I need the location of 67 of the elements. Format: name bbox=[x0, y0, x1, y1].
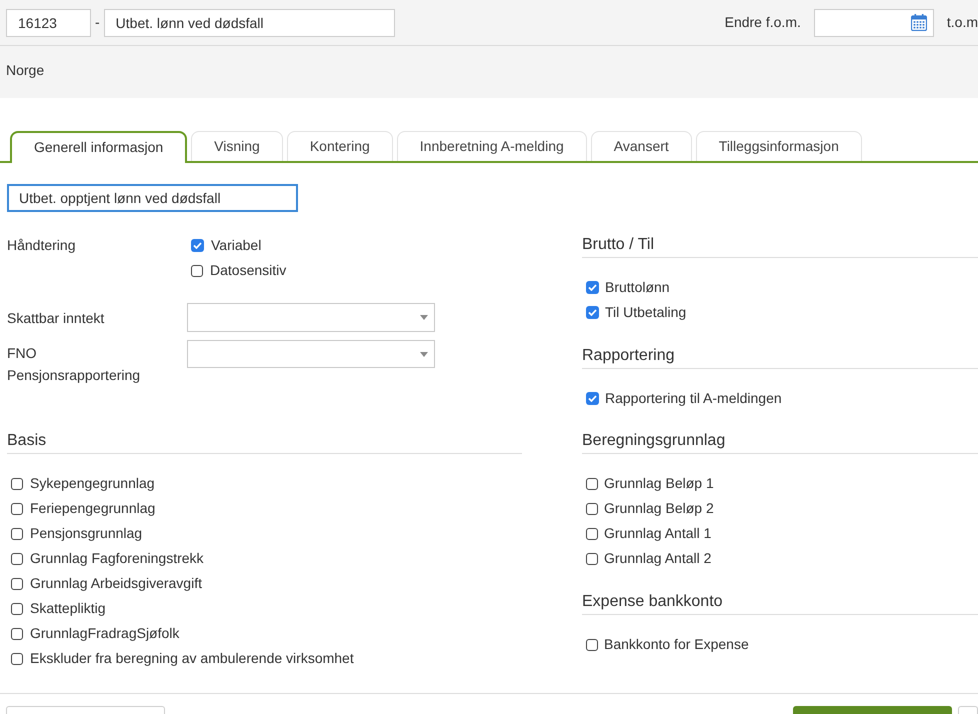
checkbox-label: Grunnlag Beløp 2 bbox=[604, 499, 714, 518]
section-heading: Basis bbox=[7, 431, 46, 451]
section-heading: Rapportering bbox=[582, 346, 674, 366]
checkbox[interactable] bbox=[11, 502, 23, 514]
section-heading: Beregningsgrunnlag bbox=[582, 431, 726, 451]
tab[interactable]: Avansert bbox=[590, 131, 692, 161]
checkbox-label: Til Utbetaling bbox=[605, 303, 686, 322]
checkbox-label: Variabel bbox=[211, 236, 262, 255]
separator-text: - bbox=[94, 13, 101, 32]
checkmark-icon bbox=[193, 242, 202, 249]
name-field[interactable]: Utbet. lønn ved dødsfall bbox=[104, 8, 395, 36]
checkbox[interactable] bbox=[586, 306, 599, 319]
field-label: Håndtering bbox=[7, 236, 76, 255]
checkbox[interactable] bbox=[11, 628, 23, 640]
checkbox[interactable] bbox=[586, 281, 599, 294]
tab[interactable]: Visning bbox=[191, 131, 283, 161]
checkbox-label: Rapportering til A-meldingen bbox=[605, 389, 782, 408]
checkbox[interactable] bbox=[191, 264, 203, 276]
checkbox[interactable] bbox=[586, 552, 598, 564]
checkbox-label: Ekskluder fra beregning av ambulerende virksomhet bbox=[30, 649, 354, 668]
calendar-icon bbox=[910, 14, 927, 31]
checkbox-label: Bankkonto for Expense bbox=[604, 635, 749, 654]
checkbox-label: Grunnlag Beløp 1 bbox=[604, 474, 714, 493]
description-field[interactable]: Utbet. opptjent lønn ved dødsfall bbox=[7, 184, 298, 212]
checkbox-label: Pensjonsgrunnlag bbox=[30, 524, 142, 543]
field-label: Endre f.o.m. bbox=[724, 13, 801, 32]
checkmark-icon bbox=[588, 395, 597, 402]
checkbox-label: Bruttolønn bbox=[605, 278, 670, 297]
field-label: FNO Pensjonsrapportering bbox=[7, 344, 142, 385]
checkbox-label: Skattepliktig bbox=[30, 599, 106, 618]
section-heading: Expense bankkonto bbox=[582, 592, 723, 612]
tab[interactable]: Tilleggsinformasjon bbox=[696, 131, 862, 161]
checkbox-label: GrunnlagFradragSjøfolk bbox=[30, 624, 180, 643]
country-text: Norge bbox=[6, 62, 44, 78]
checkbox[interactable] bbox=[586, 478, 598, 490]
field-label: Skattbar inntekt bbox=[7, 308, 106, 328]
checkbox[interactable] bbox=[586, 502, 598, 514]
code-field[interactable]: 16123 bbox=[6, 8, 91, 36]
checkbox[interactable] bbox=[191, 239, 204, 252]
checkbox-label: Feriepengegrunnlag bbox=[30, 499, 156, 518]
checkmark-icon bbox=[588, 284, 597, 291]
checkbox[interactable] bbox=[586, 638, 598, 650]
checkbox-label: Sykepengegrunnlag bbox=[30, 474, 155, 493]
dropdown-field[interactable] bbox=[187, 340, 435, 368]
checkbox[interactable] bbox=[586, 528, 598, 540]
dropdown-field[interactable] bbox=[187, 303, 435, 332]
tab[interactable]: Innberetning A-melding bbox=[396, 131, 587, 161]
tab[interactable]: Kontering bbox=[286, 131, 393, 161]
caret-icon bbox=[420, 352, 428, 356]
caret-icon bbox=[420, 315, 428, 320]
checkbox[interactable] bbox=[11, 652, 23, 664]
checkbox[interactable] bbox=[11, 552, 23, 564]
checkbox-label: Datosensitiv bbox=[210, 261, 286, 280]
date-field[interactable] bbox=[814, 8, 934, 36]
checkmark-icon bbox=[588, 309, 597, 316]
checkbox[interactable] bbox=[11, 478, 23, 490]
tab[interactable]: Generell informasjon bbox=[10, 131, 188, 163]
checkbox[interactable] bbox=[11, 578, 23, 590]
section-heading: Brutto / Til bbox=[582, 235, 654, 255]
field-label: t.o.m bbox=[946, 13, 978, 32]
checkbox-label: Grunnlag Arbeidsgiveravgift bbox=[30, 574, 202, 593]
checkbox[interactable] bbox=[11, 528, 23, 540]
checkbox[interactable] bbox=[586, 392, 599, 405]
checkbox-label: Grunnlag Fagforeningstrekk bbox=[30, 549, 204, 568]
checkbox[interactable] bbox=[11, 602, 23, 614]
checkbox-label: Grunnlag Antall 2 bbox=[604, 549, 712, 568]
checkbox-label: Grunnlag Antall 1 bbox=[604, 524, 712, 543]
